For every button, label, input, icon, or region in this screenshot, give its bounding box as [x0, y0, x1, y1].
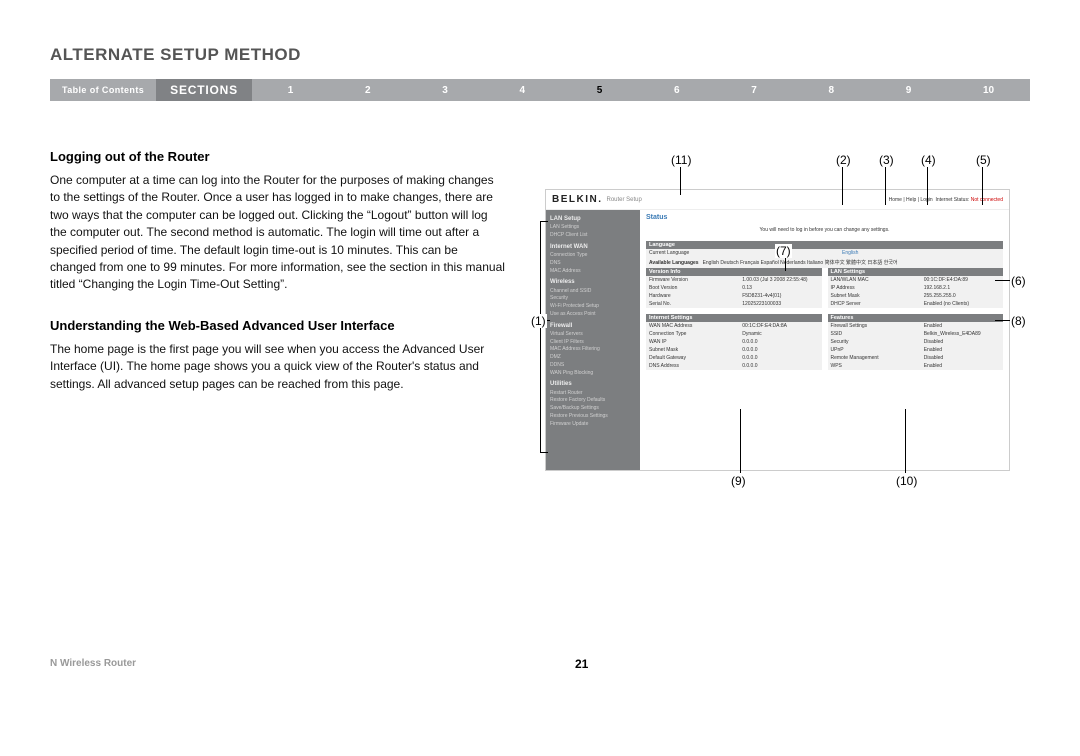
nav-bar: Table of Contents SECTIONS 1 2 3 4 5 6 7…	[50, 79, 1030, 101]
nav-1[interactable]: 1	[288, 85, 294, 96]
router-header: BELKIN. Router Setup Home | Help | Login…	[546, 190, 1009, 210]
callout-5: (5)	[975, 153, 992, 167]
router-subtitle: Router Setup	[607, 197, 642, 203]
footer: N Wireless Router 21 .	[50, 647, 1030, 671]
nav-2[interactable]: 2	[365, 85, 371, 96]
router-top-links[interactable]: Home | Help | Login Internet Status: Not…	[889, 197, 1003, 203]
section-heading-2: Understanding the Web-Based Advanced Use…	[50, 318, 505, 333]
callout-2: (2)	[835, 153, 852, 167]
section-heading-1: Logging out of the Router	[50, 149, 505, 164]
callout-9: (9)	[730, 474, 747, 488]
callout-6: (6)	[1010, 274, 1027, 288]
nav-4[interactable]: 4	[519, 85, 525, 96]
features-box: Features Firewall SettingsEnabled SSIDBe…	[828, 314, 1004, 370]
nav-3[interactable]: 3	[442, 85, 448, 96]
brand-logo: BELKIN.	[552, 194, 603, 205]
nav-8[interactable]: 8	[828, 85, 834, 96]
figure-area: (11) (2) (3) (4) (5) (7) (6) (1) (8) (9)…	[530, 149, 1030, 417]
internet-box: Internet Settings WAN MAC Address00:1C:D…	[646, 314, 822, 370]
router-ui: BELKIN. Router Setup Home | Help | Login…	[545, 189, 1010, 471]
version-box: Version Info Firmware Version1.00.03 (Ju…	[646, 268, 822, 308]
router-sidebar[interactable]: LAN Setup LAN Settings DHCP Client List …	[546, 210, 640, 470]
callout-8: (8)	[1010, 314, 1027, 328]
page-title: ALTERNATE SETUP METHOD	[50, 45, 1030, 65]
status-heading: Status	[646, 214, 1003, 221]
footer-left: N Wireless Router	[50, 658, 136, 669]
lan-box: LAN Settings LAN/WLAN MAC00:1C:DF:E4:DA:…	[828, 268, 1004, 308]
callout-4: (4)	[920, 153, 937, 167]
section-para-1: One computer at a time can log into the …	[50, 172, 505, 294]
nav-7[interactable]: 7	[751, 85, 757, 96]
left-column: Logging out of the Router One computer a…	[50, 149, 530, 417]
nav-5[interactable]: 5	[597, 85, 603, 96]
nav-9[interactable]: 9	[906, 85, 912, 96]
callout-7: (7)	[775, 244, 792, 258]
nav-numbers: 1 2 3 4 5 6 7 8 9 10	[252, 79, 1030, 101]
callout-10: (10)	[895, 474, 918, 488]
language-box: Language Current LanguageEnglish Availab…	[646, 241, 1003, 268]
nav-6[interactable]: 6	[674, 85, 680, 96]
nav-10[interactable]: 10	[983, 85, 994, 96]
login-note: You will need to log in before you can c…	[646, 227, 1003, 233]
sections-label: SECTIONS	[156, 79, 252, 101]
callout-11: (11)	[670, 153, 692, 167]
callout-1: (1)	[530, 314, 547, 328]
callout-3: (3)	[878, 153, 895, 167]
page-number: 21	[575, 657, 588, 671]
section-para-2: The home page is the first page you will…	[50, 341, 505, 393]
router-main: Status You will need to log in before yo…	[640, 210, 1009, 470]
toc-link[interactable]: Table of Contents	[50, 85, 156, 95]
